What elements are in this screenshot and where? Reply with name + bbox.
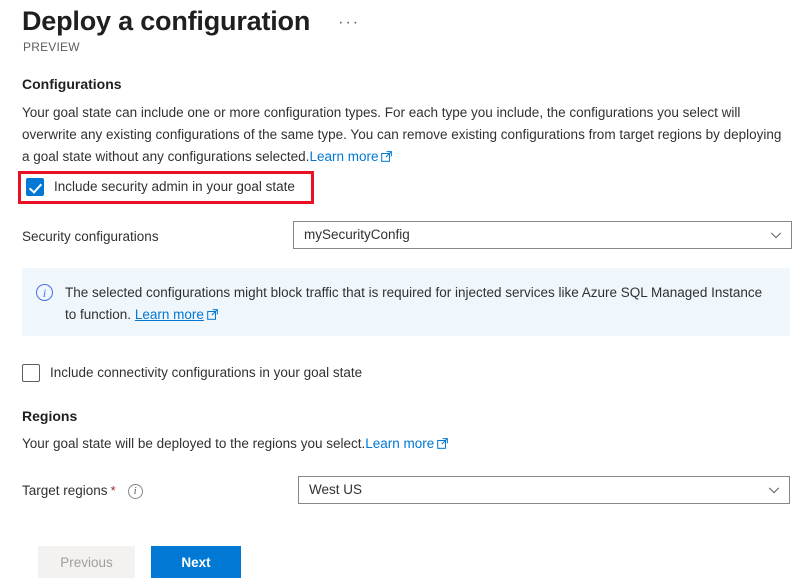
configurations-description-text: Your goal state can include one or more …	[22, 105, 782, 164]
configurations-description: Your goal state can include one or more …	[22, 102, 782, 168]
required-asterisk: *	[110, 483, 116, 498]
target-regions-dropdown[interactable]: West US	[298, 476, 790, 504]
blade-header: Deploy a configuration ···	[22, 4, 360, 38]
include-connectivity-label: Include connectivity configurations in y…	[50, 365, 363, 380]
configurations-section-title: Configurations	[22, 76, 122, 92]
banner-learn-more-link[interactable]: Learn more	[135, 307, 204, 322]
security-configurations-dropdown[interactable]: mySecurityConfig	[293, 221, 792, 249]
regions-description-text: Your goal state will be deployed to the …	[22, 436, 366, 451]
external-link-icon	[437, 438, 449, 449]
configurations-learn-more-link[interactable]: Learn more	[309, 149, 393, 164]
target-regions-label-text: Target regions	[22, 483, 108, 498]
external-link-icon	[381, 151, 393, 162]
include-security-admin-checkbox-row[interactable]: Include security admin in your goal stat…	[26, 177, 295, 197]
external-link-icon	[207, 309, 218, 320]
target-regions-label: Target regions * i	[22, 481, 143, 501]
next-button[interactable]: Next	[151, 546, 241, 578]
page-title: Deploy a configuration	[22, 6, 311, 36]
deploy-configuration-blade: Deploy a configuration ··· PREVIEW Confi…	[0, 0, 800, 582]
regions-description: Your goal state will be deployed to the …	[22, 433, 782, 455]
target-regions-info-icon[interactable]: i	[127, 483, 143, 499]
regions-section-title: Regions	[22, 408, 78, 424]
include-security-admin-label: Include security admin in your goal stat…	[54, 179, 295, 194]
include-security-admin-checkbox[interactable]	[26, 178, 44, 196]
preview-badge: PREVIEW	[23, 40, 80, 54]
previous-button[interactable]: Previous	[38, 546, 135, 578]
security-configurations-value: mySecurityConfig	[304, 227, 410, 242]
security-info-banner-text: The selected configurations might block …	[65, 282, 774, 326]
chevron-down-icon	[770, 232, 782, 239]
more-options-icon[interactable]: ···	[338, 15, 360, 31]
include-connectivity-checkbox-row[interactable]: Include connectivity configurations in y…	[22, 363, 362, 383]
security-info-banner: i The selected configurations might bloc…	[22, 268, 790, 336]
security-configurations-label: Security configurations	[22, 229, 159, 244]
chevron-down-icon	[768, 487, 780, 494]
info-icon: i	[36, 284, 53, 301]
target-regions-value: West US	[309, 482, 363, 497]
regions-learn-more-link[interactable]: Learn more	[365, 436, 449, 451]
include-connectivity-checkbox[interactable]	[22, 364, 40, 382]
